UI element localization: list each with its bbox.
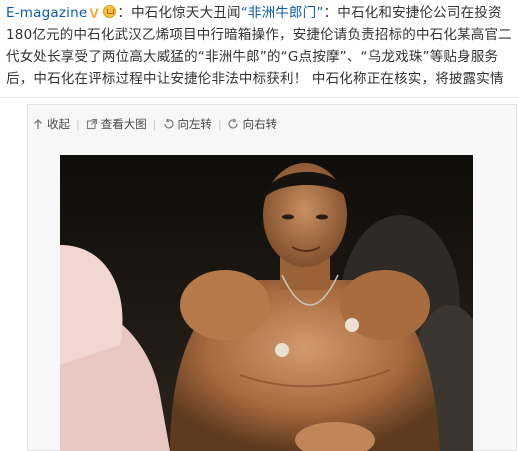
rotate-right-label: 向右转 [242, 117, 278, 131]
crown-badge-icon [103, 5, 117, 18]
view-large-button[interactable]: 查看大图 [86, 116, 147, 132]
rotate-right-icon [228, 118, 238, 129]
verified-v-icon: V [89, 5, 99, 21]
arrow-up-icon [34, 119, 42, 129]
colon-text: ： [117, 5, 132, 21]
image-toolbar: 收起 | 查看大图 | 向左转 | 向右转 [32, 116, 277, 132]
toolbar-separator: | [152, 117, 157, 131]
post-photo[interactable] [60, 155, 473, 451]
collapse-label: 收起 [47, 117, 70, 131]
collapse-button[interactable]: 收起 [32, 116, 70, 132]
rotate-left-icon [164, 118, 175, 129]
rotate-right-button[interactable]: 向右转 [228, 116, 278, 132]
toolbar-separator: | [217, 117, 222, 131]
rotate-left-button[interactable]: 向左转 [162, 116, 212, 132]
external-link-icon [86, 118, 97, 130]
topic-link[interactable]: “非洲牛郎门” [241, 5, 324, 21]
divider [0, 97, 519, 98]
toolbar-separator: | [76, 117, 80, 131]
author-link[interactable]: E-magazine [6, 5, 87, 21]
photo-illustration [60, 155, 473, 451]
rotate-left-label: 向左转 [177, 117, 212, 131]
weibo-post-text: E-magazine V ：中石化惊天大丑闻“非洲牛郎门”：中石化和安捷伦公司在投资… [6, 2, 516, 90]
post-text-before-topic: 中石化惊天大丑闻 [131, 5, 241, 21]
view-large-label: 查看大图 [100, 117, 147, 131]
